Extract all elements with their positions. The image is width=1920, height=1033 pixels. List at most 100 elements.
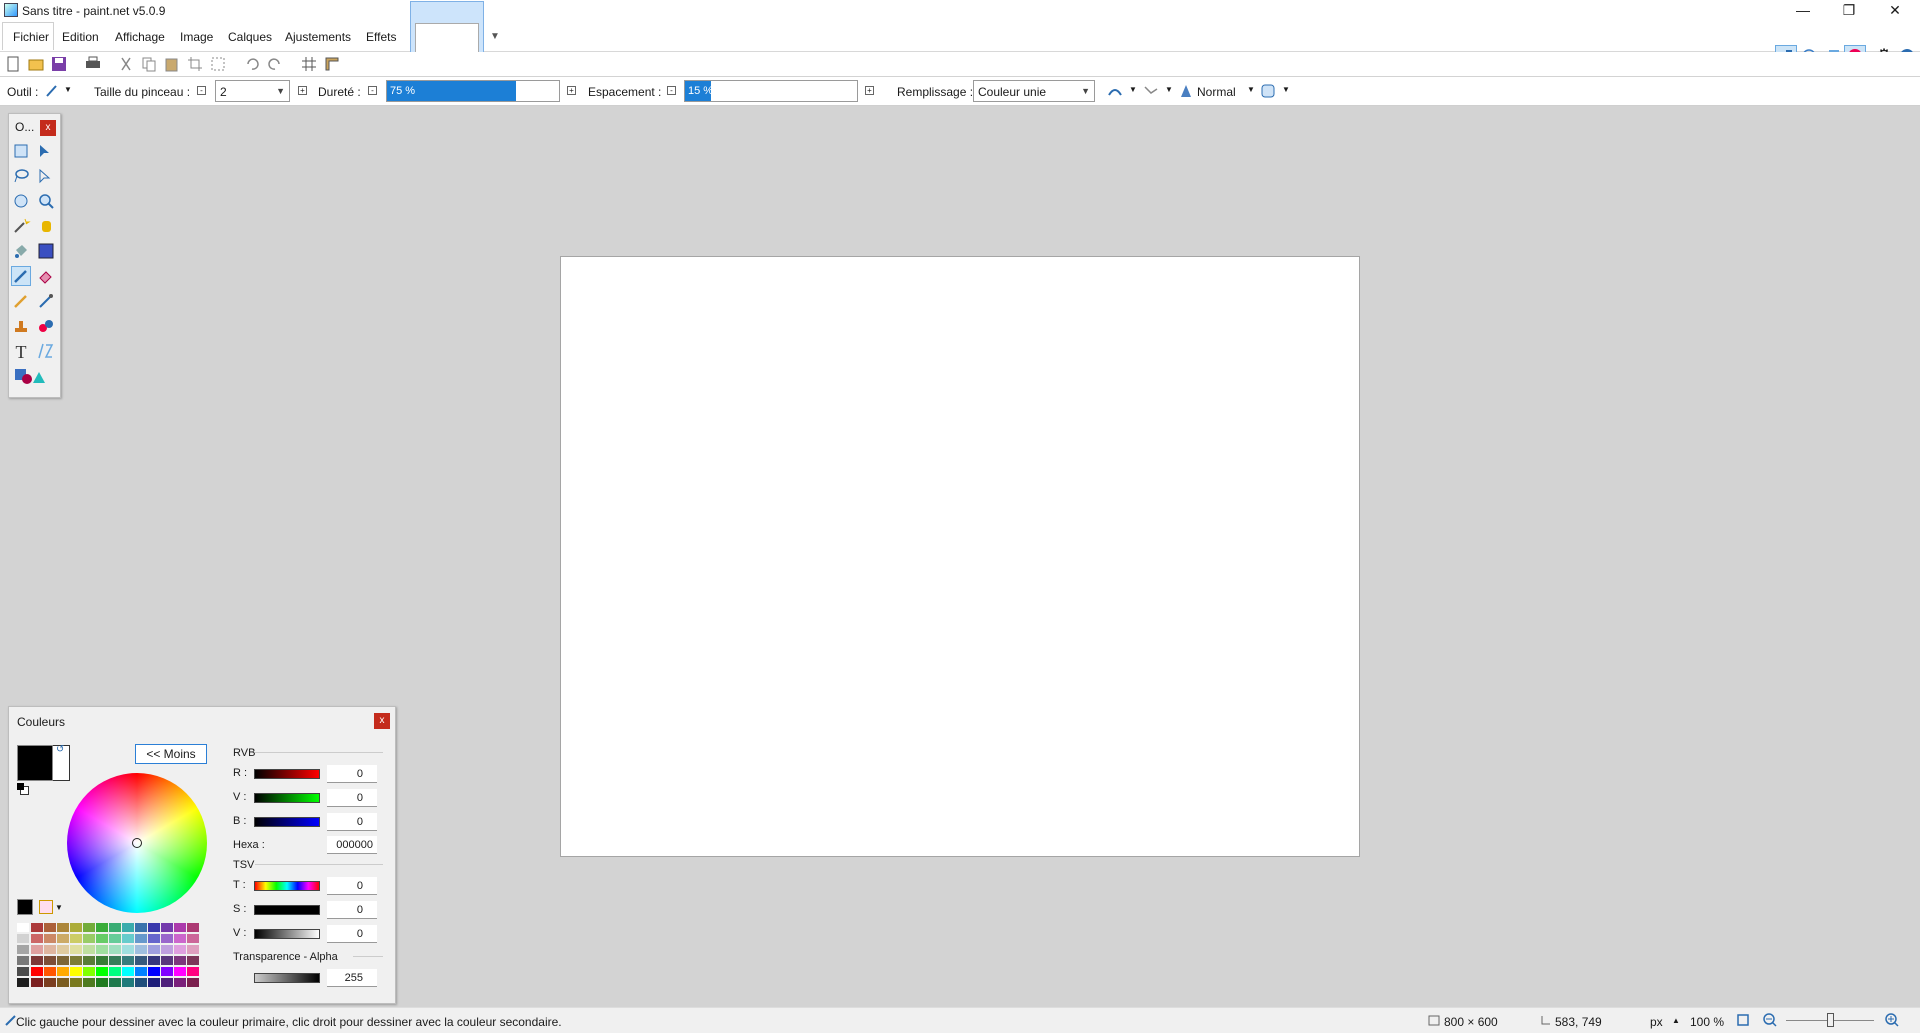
image-canvas[interactable] bbox=[560, 256, 1360, 857]
blend-mode-icon[interactable] bbox=[1178, 83, 1194, 99]
grid-icon[interactable] bbox=[301, 56, 317, 72]
palette-swatch[interactable] bbox=[148, 978, 160, 987]
palette-swatch[interactable] bbox=[122, 956, 134, 965]
zoom-in-icon[interactable] bbox=[1884, 1012, 1900, 1028]
swap-colors-icon[interactable]: ↺ bbox=[56, 744, 64, 755]
tool-dropdown-chevron-icon[interactable]: ▼ bbox=[64, 85, 72, 94]
palette-swatch[interactable] bbox=[31, 967, 43, 976]
menu-calques[interactable]: Calques bbox=[228, 30, 272, 44]
palette-swatch[interactable] bbox=[17, 978, 29, 987]
blue-slider[interactable] bbox=[254, 817, 320, 827]
sampling-icon[interactable] bbox=[1143, 83, 1159, 99]
saturation-input[interactable]: 0 bbox=[327, 901, 377, 919]
blend-mode-value[interactable]: Normal bbox=[1197, 85, 1236, 99]
palette-swatch[interactable] bbox=[187, 956, 199, 965]
menu-image[interactable]: Image bbox=[180, 30, 213, 44]
color-picker-tool[interactable] bbox=[36, 291, 56, 311]
menu-edition[interactable]: Edition bbox=[62, 30, 99, 44]
zoom-out-icon[interactable] bbox=[1762, 1012, 1778, 1028]
spacing-slider[interactable]: 15 % bbox=[684, 80, 858, 102]
palette-swatch[interactable] bbox=[83, 978, 95, 987]
save-icon[interactable] bbox=[51, 56, 67, 72]
palette-swatch[interactable] bbox=[161, 934, 173, 943]
shapes-tool[interactable] bbox=[11, 366, 51, 386]
blend-mode-chevron-icon[interactable]: ▼ bbox=[1247, 85, 1255, 94]
palette-swatch[interactable] bbox=[109, 934, 121, 943]
palette-swatch[interactable] bbox=[96, 956, 108, 965]
palette-swatch[interactable] bbox=[44, 945, 56, 954]
color-palette[interactable] bbox=[17, 923, 209, 993]
alpha-slider[interactable] bbox=[254, 973, 320, 983]
alpha-input[interactable]: 255 bbox=[327, 969, 377, 987]
palette-swatch[interactable] bbox=[83, 934, 95, 943]
palette-swatch[interactable] bbox=[135, 934, 147, 943]
palette-swatch[interactable] bbox=[31, 945, 43, 954]
palette-swatch[interactable] bbox=[174, 923, 186, 932]
reset-colors-icon[interactable] bbox=[17, 783, 29, 795]
palette-swatch[interactable] bbox=[17, 956, 29, 965]
fill-mode-combo[interactable]: Couleur unie ▼ bbox=[973, 80, 1095, 102]
palette-swatch[interactable] bbox=[44, 967, 56, 976]
hardness-decrease-button[interactable]: - bbox=[368, 86, 377, 95]
palette-swatch[interactable] bbox=[148, 945, 160, 954]
value-input[interactable]: 0 bbox=[327, 925, 377, 943]
spacing-decrease-button[interactable]: - bbox=[667, 86, 676, 95]
palette-swatch[interactable] bbox=[96, 923, 108, 932]
menu-effets[interactable]: Effets bbox=[366, 30, 396, 44]
palette-swatch[interactable] bbox=[187, 967, 199, 976]
palette-swatch[interactable] bbox=[161, 956, 173, 965]
palette-swatch[interactable] bbox=[44, 978, 56, 987]
palette-swatch[interactable] bbox=[57, 978, 69, 987]
crop-icon[interactable] bbox=[187, 56, 203, 72]
palette-swatch[interactable] bbox=[83, 923, 95, 932]
primary-color-swatch[interactable] bbox=[17, 745, 53, 781]
palette-swatch[interactable] bbox=[96, 945, 108, 954]
restore-button[interactable]: ❐ bbox=[1826, 0, 1872, 22]
palette-swatch[interactable] bbox=[174, 967, 186, 976]
palette-swatch[interactable] bbox=[187, 978, 199, 987]
palette-swatch[interactable] bbox=[57, 956, 69, 965]
palette-swatch[interactable] bbox=[31, 978, 43, 987]
palette-menu-chevron-icon[interactable]: ▼ bbox=[55, 903, 63, 912]
palette-swatch[interactable] bbox=[109, 978, 121, 987]
palette-swatch[interactable] bbox=[135, 967, 147, 976]
move-selection-tool[interactable] bbox=[36, 141, 56, 161]
palette-swatch[interactable] bbox=[174, 945, 186, 954]
hardness-increase-button[interactable]: + bbox=[567, 86, 576, 95]
clone-stamp-tool[interactable] bbox=[11, 316, 31, 336]
zoom-level[interactable]: 100 % bbox=[1690, 1015, 1724, 1029]
pencil-tool[interactable] bbox=[11, 291, 31, 311]
move-selection-outline-tool[interactable] bbox=[36, 166, 56, 186]
palette-swatch[interactable] bbox=[31, 923, 43, 932]
new-file-icon[interactable] bbox=[5, 56, 21, 72]
brush-size-decrease-button[interactable]: - bbox=[197, 86, 206, 95]
palette-swatch[interactable] bbox=[174, 978, 186, 987]
tab-list-chevron-icon[interactable]: ▼ bbox=[490, 31, 500, 42]
ruler-icon[interactable] bbox=[324, 56, 340, 72]
palette-swatch[interactable] bbox=[31, 956, 43, 965]
color-wheel-cursor[interactable] bbox=[132, 838, 142, 848]
paintbrush-icon[interactable] bbox=[44, 83, 60, 99]
deselect-icon[interactable] bbox=[210, 56, 226, 72]
hue-input[interactable]: 0 bbox=[327, 877, 377, 895]
palette-swatch[interactable] bbox=[44, 923, 56, 932]
copy-icon[interactable] bbox=[141, 56, 157, 72]
palette-swatch[interactable] bbox=[83, 956, 95, 965]
palette-swatch[interactable] bbox=[187, 945, 199, 954]
palette-swatch[interactable] bbox=[161, 967, 173, 976]
hardness-slider[interactable]: 75 % bbox=[386, 80, 560, 102]
palette-swatch[interactable] bbox=[31, 934, 43, 943]
tools-window-close-button[interactable]: x bbox=[40, 120, 56, 136]
palette-swatch[interactable] bbox=[57, 934, 69, 943]
line-curve-tool[interactable] bbox=[36, 341, 56, 361]
close-window-button[interactable]: ✕ bbox=[1872, 0, 1918, 22]
palette-swatch[interactable] bbox=[57, 945, 69, 954]
palette-swatch[interactable] bbox=[122, 945, 134, 954]
magic-wand-tool[interactable] bbox=[11, 216, 31, 236]
menu-fichier[interactable]: Fichier bbox=[13, 30, 49, 44]
palette-swatch[interactable] bbox=[135, 945, 147, 954]
brush-size-increase-button[interactable]: + bbox=[298, 86, 307, 95]
palette-swatch[interactable] bbox=[17, 945, 29, 954]
palette-swatch[interactable] bbox=[96, 967, 108, 976]
brush-size-combo[interactable]: 2 ▼ bbox=[215, 80, 290, 102]
